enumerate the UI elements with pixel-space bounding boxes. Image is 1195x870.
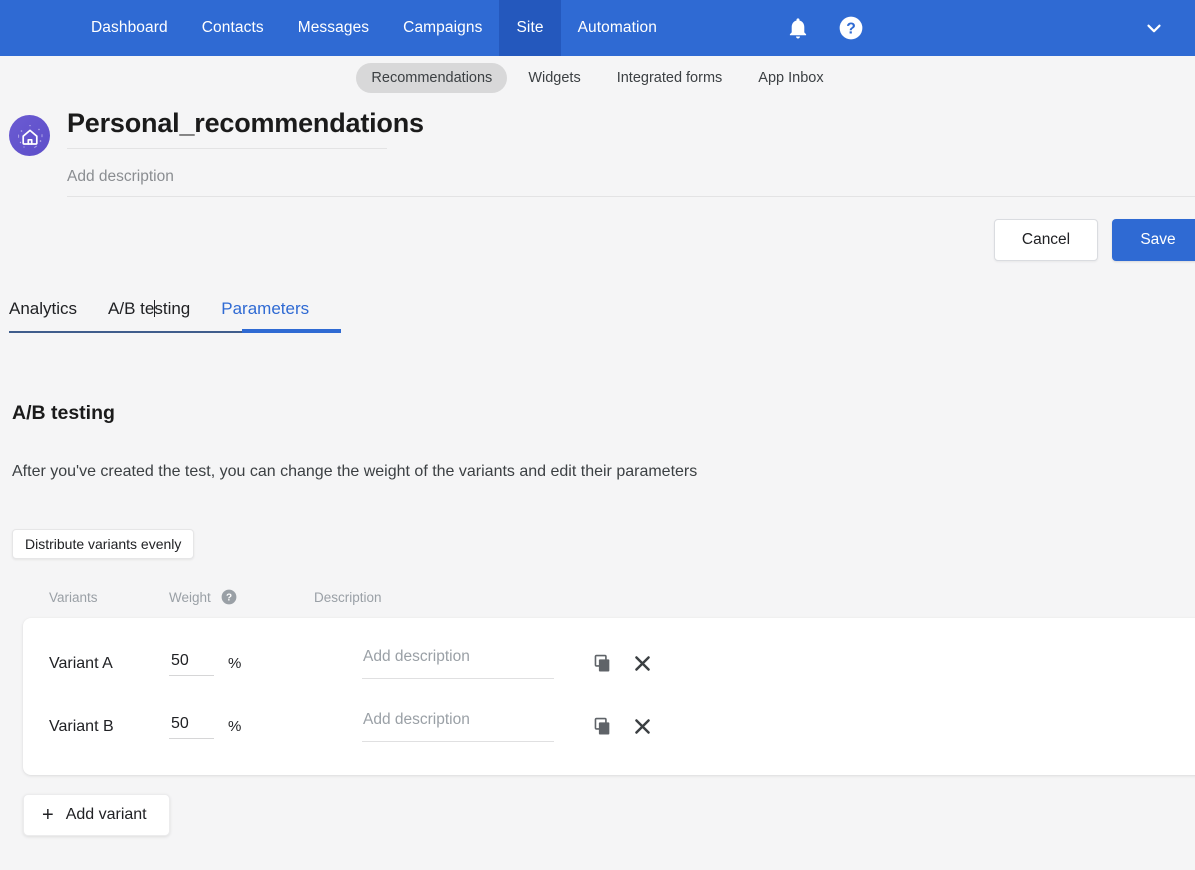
- avatar: [9, 115, 50, 156]
- variant-weight-cell: %: [169, 714, 314, 739]
- subnav-item-recommendations[interactable]: Recommendations: [356, 63, 508, 93]
- close-icon[interactable]: [634, 718, 651, 735]
- add-variant-label: Add variant: [65, 806, 147, 823]
- subnav-item-integrated-forms[interactable]: Integrated forms: [602, 63, 738, 93]
- tab-analytics[interactable]: Analytics: [9, 299, 77, 333]
- add-variant-button[interactable]: + Add variant: [23, 794, 170, 836]
- copy-icon[interactable]: [593, 717, 612, 736]
- table-row: Variant B %: [23, 695, 1195, 758]
- variant-description-input[interactable]: [362, 711, 554, 742]
- svg-text:?: ?: [846, 21, 856, 38]
- distribute-variants-evenly-button[interactable]: Distribute variants evenly: [12, 529, 195, 559]
- copy-icon[interactable]: [593, 654, 612, 673]
- save-button[interactable]: Save: [1112, 219, 1195, 261]
- variant-description-cell: [362, 711, 554, 742]
- variants-table-header: Variants Weight ? Description: [12, 587, 1195, 607]
- page-description[interactable]: Add description: [67, 168, 1195, 197]
- notifications-bell-icon[interactable]: [786, 15, 810, 41]
- subnav-item-app-inbox[interactable]: App Inbox: [743, 63, 838, 93]
- variant-description-input[interactable]: [362, 648, 554, 679]
- page-header: Personal_recommendations Add description…: [0, 100, 1195, 261]
- nav-item-campaigns[interactable]: Campaigns: [386, 0, 499, 56]
- plus-icon: +: [42, 804, 54, 826]
- nav-item-messages[interactable]: Messages: [281, 0, 386, 56]
- table-row: Variant A %: [23, 632, 1195, 695]
- weight-help-circle-icon[interactable]: ?: [221, 589, 237, 605]
- variants-card: Variant A %: [23, 618, 1195, 775]
- percent-label: %: [228, 718, 242, 735]
- svg-text:?: ?: [226, 593, 232, 604]
- tab-ab-testing-label-left: A/B te: [108, 299, 155, 318]
- column-header-variants: Variants: [49, 589, 98, 605]
- column-header-weight: Weight ?: [169, 589, 314, 605]
- variant-description-cell: [362, 648, 554, 679]
- top-navigation-bar: Dashboard Contacts Messages Campaigns Si…: [0, 0, 1195, 56]
- variant-row-actions: [593, 654, 651, 673]
- section-subtitle: After you've created the test, you can c…: [12, 463, 698, 480]
- tab-parameters[interactable]: Parameters: [221, 299, 309, 333]
- variant-weight-cell: %: [169, 651, 314, 676]
- cancel-button[interactable]: Cancel: [994, 219, 1098, 261]
- nav-item-site[interactable]: Site: [499, 0, 561, 56]
- variant-weight-input[interactable]: [169, 651, 214, 676]
- ab-testing-section: A/B testing After you've created the tes…: [0, 333, 1195, 836]
- active-tab-indicator: [242, 329, 341, 333]
- top-nav-items: Dashboard Contacts Messages Campaigns Si…: [74, 0, 674, 56]
- column-header-description: Description: [314, 589, 382, 605]
- nav-item-contacts[interactable]: Contacts: [185, 0, 281, 56]
- close-icon[interactable]: [634, 655, 651, 672]
- page-header-row: Personal_recommendations Add description: [0, 108, 1195, 197]
- percent-label: %: [228, 655, 242, 672]
- help-circle-icon[interactable]: ?: [838, 15, 864, 41]
- tabs-baseline-rule: [9, 331, 242, 333]
- nav-item-dashboard[interactable]: Dashboard: [74, 0, 185, 56]
- secondary-navigation: Recommendations Widgets Integrated forms…: [0, 56, 1195, 100]
- nav-item-automation[interactable]: Automation: [561, 0, 674, 56]
- content-tabs: Analytics A/B testing Parameters: [0, 285, 1195, 333]
- subnav-item-widgets[interactable]: Widgets: [513, 63, 595, 93]
- page-title[interactable]: Personal_recommendations: [67, 108, 424, 149]
- page-header-fields: Personal_recommendations Add description: [67, 108, 1195, 197]
- top-nav-actions: ?: [786, 0, 864, 56]
- variant-row-actions: [593, 717, 651, 736]
- tab-ab-testing-label-right: sting: [154, 299, 191, 318]
- variant-weight-input[interactable]: [169, 714, 214, 739]
- tab-ab-testing[interactable]: A/B testing: [108, 299, 190, 333]
- section-title: A/B testing: [12, 402, 115, 424]
- column-header-weight-label: Weight: [169, 589, 211, 605]
- account-menu-chevron-down-icon[interactable]: [1143, 17, 1165, 39]
- variant-name: Variant B: [49, 717, 114, 735]
- page-actions: Cancel Save: [0, 219, 1195, 261]
- variant-name: Variant A: [49, 654, 113, 672]
